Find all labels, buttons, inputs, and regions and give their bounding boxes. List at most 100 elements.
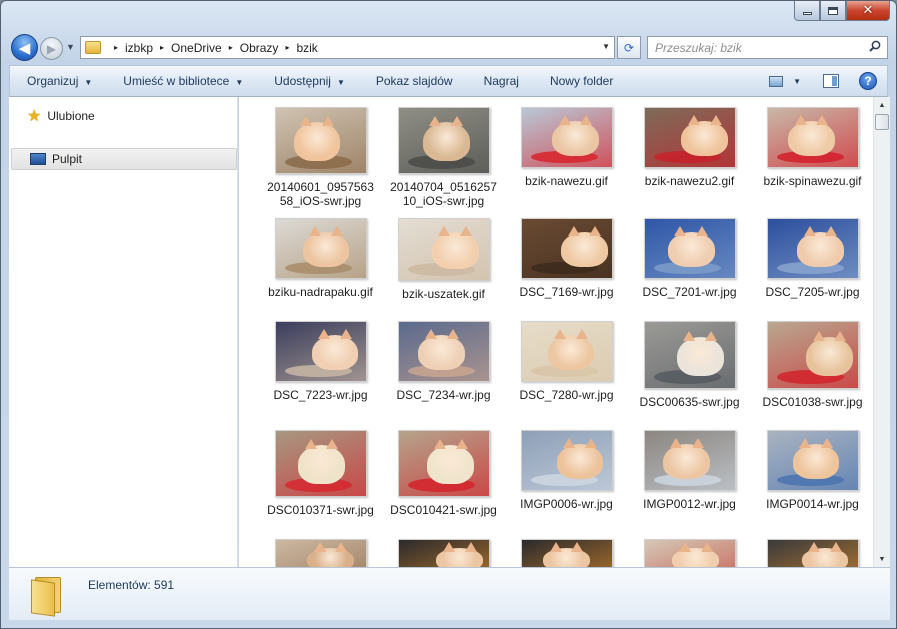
- close-button[interactable]: ✕: [846, 1, 890, 21]
- image-thumbnail: [643, 218, 736, 279]
- file-item[interactable]: [382, 539, 505, 567]
- view-options-dropdown[interactable]: ▼: [793, 77, 801, 86]
- breadcrumb-obrazy[interactable]: Obrazy: [240, 41, 279, 55]
- file-item[interactable]: DSC01038-swr.jpg: [751, 321, 873, 409]
- file-item[interactable]: bzik-spinawezu.gif: [751, 107, 873, 188]
- file-item[interactable]: 20140601_095756358_iOS-swr.jpg: [259, 107, 382, 208]
- file-item[interactable]: DSC_7201-wr.jpg: [628, 218, 751, 299]
- breadcrumb-onedrive[interactable]: OneDrive: [171, 41, 222, 55]
- chevron-down-icon: ▼: [84, 78, 93, 87]
- file-item[interactable]: IMGP0012-wr.jpg: [628, 430, 751, 511]
- address-bar[interactable]: ▸ izbkp ▸ OneDrive ▸ Obrazy ▸ bzik ▼: [80, 36, 615, 59]
- image-thumbnail: [520, 107, 613, 168]
- file-item[interactable]: [751, 539, 873, 567]
- file-name: DSC00635-swr.jpg: [639, 395, 740, 409]
- file-item[interactable]: bzik-nawezu2.gif: [628, 107, 751, 188]
- file-item[interactable]: IMGP0006-wr.jpg: [505, 430, 628, 511]
- minimize-button[interactable]: [794, 1, 820, 21]
- preview-pane-icon[interactable]: [823, 74, 839, 88]
- image-thumbnail: [766, 321, 859, 389]
- breadcrumb-separator[interactable]: ▸: [160, 43, 164, 52]
- recent-pages-button[interactable]: ▼: [66, 42, 75, 52]
- image-thumbnail: [397, 539, 490, 567]
- organize-menu[interactable]: Organizuj ▼: [10, 74, 106, 88]
- help-icon[interactable]: ?: [859, 72, 877, 90]
- refresh-button[interactable]: ⟳: [617, 36, 641, 59]
- forward-button[interactable]: ▶: [40, 37, 63, 60]
- maximize-button[interactable]: [820, 1, 846, 21]
- breadcrumb-separator[interactable]: ▸: [285, 43, 289, 52]
- image-thumbnail: [397, 430, 490, 497]
- image-thumbnail: [766, 430, 859, 491]
- file-item[interactable]: [505, 539, 628, 567]
- image-thumbnail: [766, 218, 859, 279]
- image-thumbnail: [643, 321, 736, 389]
- file-name: DSC_7223-wr.jpg: [273, 388, 368, 402]
- search-icon[interactable]: [869, 40, 881, 52]
- search-input[interactable]: Przeszukaj: bzik: [647, 36, 888, 59]
- sidebar-item-desktop[interactable]: Pulpit: [11, 148, 237, 170]
- file-item[interactable]: DSC00635-swr.jpg: [628, 321, 751, 409]
- file-name: DSC010371-swr.jpg: [267, 503, 374, 517]
- scroll-up-button[interactable]: ▲: [874, 97, 890, 113]
- folder-icon: [85, 41, 101, 54]
- breadcrumb-bzik[interactable]: bzik: [296, 41, 317, 55]
- scrollbar-thumb[interactable]: [875, 114, 889, 130]
- file-item[interactable]: bziku-nadrapaku.gif: [259, 218, 382, 299]
- image-thumbnail: [643, 539, 736, 567]
- file-item[interactable]: DSC_7169-wr.jpg: [505, 218, 628, 299]
- vertical-scrollbar[interactable]: ▲ ▼: [873, 97, 890, 567]
- file-name: DSC_7234-wr.jpg: [396, 388, 491, 402]
- include-in-library-menu[interactable]: Umieść w bibliotece ▼: [106, 74, 257, 88]
- file-item[interactable]: [259, 539, 382, 567]
- command-toolbar: Organizuj ▼ Umieść w bibliotece ▼ Udostępn…: [9, 65, 888, 97]
- image-thumbnail: [520, 430, 613, 491]
- file-item[interactable]: DSC010421-swr.jpg: [382, 430, 505, 517]
- back-button[interactable]: ◀: [11, 34, 38, 61]
- share-menu[interactable]: Udostępnij ▼: [257, 74, 359, 88]
- include-in-library-label: Umieść w bibliotece: [123, 74, 230, 88]
- image-thumbnail: [520, 321, 613, 382]
- new-folder-button[interactable]: Nowy folder: [533, 74, 627, 88]
- file-item[interactable]: DSC010371-swr.jpg: [259, 430, 382, 517]
- file-item[interactable]: IMGP0014-wr.jpg: [751, 430, 873, 511]
- file-item[interactable]: bzik-nawezu.gif: [505, 107, 628, 188]
- image-thumbnail: [274, 218, 367, 279]
- breadcrumb-izbkp[interactable]: izbkp: [125, 41, 153, 55]
- caption-buttons: ✕: [794, 1, 890, 21]
- sidebar-item-label: Pulpit: [52, 152, 83, 166]
- burn-button[interactable]: Nagraj: [467, 74, 533, 88]
- chevron-down-icon: ▼: [235, 78, 244, 87]
- file-name: DSC_7201-wr.jpg: [642, 285, 737, 299]
- file-item[interactable]: 20140704_051625710_iOS-swr.jpg: [382, 107, 505, 208]
- file-item[interactable]: DSC_7234-wr.jpg: [382, 321, 505, 402]
- file-name: IMGP0006-wr.jpg: [520, 497, 613, 511]
- breadcrumb-separator[interactable]: ▸: [229, 43, 233, 52]
- details-pane: Elementów: 591: [9, 567, 890, 620]
- file-item[interactable]: DSC_7223-wr.jpg: [259, 321, 382, 402]
- image-thumbnail: [397, 107, 490, 174]
- sidebar-item-favorites[interactable]: ★ Ulubione: [9, 105, 95, 127]
- image-thumbnail: [766, 107, 859, 168]
- breadcrumb-separator[interactable]: ▸: [114, 43, 118, 52]
- file-item[interactable]: DSC_7280-wr.jpg: [505, 321, 628, 402]
- address-dropdown-icon[interactable]: ▼: [602, 42, 610, 51]
- file-name: DSC_7205-wr.jpg: [765, 285, 860, 299]
- file-item[interactable]: [628, 539, 751, 567]
- file-item[interactable]: bzik-uszatek.gif: [382, 218, 505, 301]
- close-icon: ✕: [862, 3, 874, 18]
- item-count: Elementów: 591: [88, 578, 175, 592]
- refresh-icon: ⟳: [623, 40, 635, 55]
- explorer-window: ✕ ◀ ▶ ▼ ▸ izbkp ▸ OneDrive ▸ Obrazy ▸ bz…: [0, 0, 897, 629]
- change-view-icon[interactable]: [769, 75, 784, 87]
- image-thumbnail: [274, 539, 367, 567]
- back-arrow-icon: ◀: [18, 39, 31, 57]
- image-thumbnail: [274, 321, 367, 382]
- image-thumbnail: [766, 539, 859, 567]
- file-list[interactable]: 20140601_095756358_iOS-swr.jpg 20140704_0…: [239, 97, 873, 567]
- scroll-down-button[interactable]: ▼: [874, 551, 890, 567]
- share-label: Udostępnij: [274, 74, 331, 88]
- file-name: IMGP0012-wr.jpg: [643, 497, 736, 511]
- file-item[interactable]: DSC_7205-wr.jpg: [751, 218, 873, 299]
- slideshow-button[interactable]: Pokaz slajdów: [359, 74, 467, 88]
